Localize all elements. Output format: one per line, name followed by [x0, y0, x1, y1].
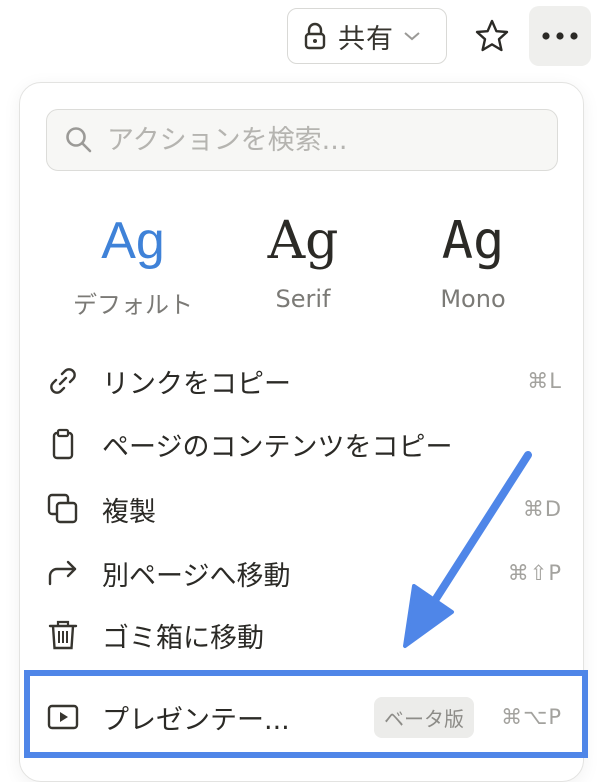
- chevron-down-icon: [404, 32, 420, 41]
- duplicate-icon: [46, 492, 80, 526]
- font-option-mono[interactable]: Ag Mono: [388, 201, 558, 313]
- font-sample-mono: Ag: [441, 211, 505, 271]
- shortcut-label: ⌘⇧P: [507, 561, 562, 585]
- lock-icon: [304, 22, 326, 50]
- more-horizontal-icon: [542, 32, 578, 40]
- menu-item-label: リンクをコピー: [102, 368, 291, 400]
- clipboard-icon: [46, 427, 80, 461]
- highlight-box: [24, 670, 588, 758]
- menu-item-duplicate[interactable]: 複製 ⌘D: [46, 481, 562, 537]
- font-label-mono: Mono: [440, 285, 506, 313]
- font-option-serif[interactable]: Ag Serif: [218, 201, 388, 313]
- star-icon: [475, 19, 509, 52]
- menu-item-label: ゴミ箱に移動: [102, 622, 264, 654]
- share-button[interactable]: 共有: [287, 8, 447, 64]
- search-input[interactable]: [107, 124, 527, 156]
- menu-item-copy-link[interactable]: リンクをコピー ⌘L: [46, 353, 562, 409]
- shortcut-label: ⌘D: [522, 497, 562, 521]
- menu-item-copy-page-content[interactable]: ページのコンテンツをコピー: [46, 416, 562, 472]
- font-option-default[interactable]: Ag デフォルト: [48, 201, 218, 320]
- font-label-default: デフォルト: [73, 291, 193, 319]
- font-sample-default: Ag: [101, 212, 165, 270]
- menu-item-label: 別ページへ移動: [102, 560, 291, 592]
- top-bar: 共有: [0, 6, 598, 66]
- menu-item-label: 複製: [102, 496, 156, 528]
- more-button[interactable]: [529, 6, 591, 66]
- menu-item-trash[interactable]: ゴミ箱に移動: [46, 607, 562, 663]
- font-style-picker: Ag デフォルト Ag Serif Ag Mono: [20, 201, 585, 321]
- link-icon: [46, 364, 80, 398]
- move-arrow-icon: [46, 556, 80, 590]
- font-sample-serif: Ag: [267, 211, 339, 271]
- font-label-serif: Serif: [275, 285, 331, 313]
- menu-item-label: ページのコンテンツをコピー: [102, 431, 453, 463]
- trash-icon: [46, 618, 80, 652]
- menu-item-move-to[interactable]: 別ページへ移動 ⌘⇧P: [46, 545, 562, 601]
- shortcut-label: ⌘L: [527, 369, 562, 393]
- share-label: 共有: [338, 23, 394, 55]
- action-search[interactable]: [46, 109, 558, 171]
- favorite-button[interactable]: [470, 14, 514, 58]
- search-icon: [66, 127, 92, 153]
